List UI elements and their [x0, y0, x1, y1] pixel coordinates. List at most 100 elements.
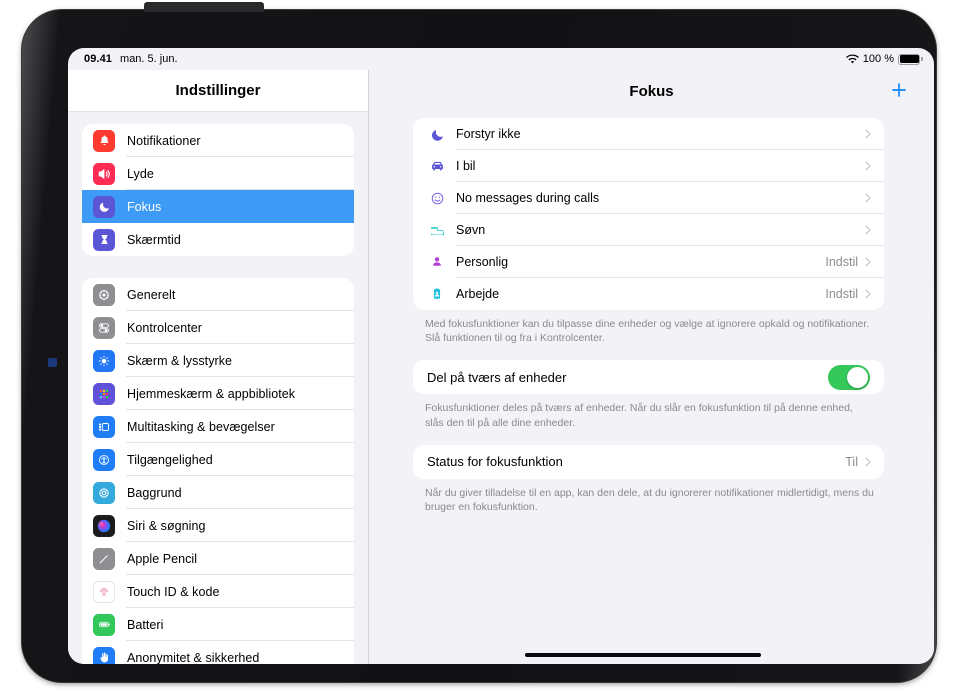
chevron-right-icon — [864, 192, 872, 204]
chevron-right-icon — [864, 456, 872, 468]
sidebar-item-notifikationer[interactable]: Notifikationer — [82, 124, 354, 157]
gear-icon — [93, 284, 115, 306]
focus-row-label: I bil — [456, 159, 475, 173]
focus-row-personlig[interactable]: Personlig Indstil — [413, 246, 884, 278]
sidebar-item-label: Tilgængelighed — [127, 453, 213, 467]
sidebar-item-label: Multitasking & bevægelser — [127, 420, 275, 434]
sidebar-item-skaerm-lysstyrke[interactable]: Skærm & lysstyrke — [82, 344, 354, 377]
wifi-icon — [846, 54, 859, 65]
sidebar-item-label: Skærm & lysstyrke — [127, 354, 232, 368]
sidebar-item-tilgaengelighed[interactable]: Tilgængelighed — [82, 443, 354, 476]
chevron-right-icon — [864, 128, 872, 140]
bell-icon — [93, 130, 115, 152]
chevron-right-icon — [864, 256, 872, 268]
battery-full-icon — [898, 54, 920, 65]
sidebar-group-2: Generelt Kontrolcenter — [82, 278, 354, 664]
focus-row-label: Arbejde — [456, 287, 499, 301]
bed-icon — [427, 220, 447, 240]
sidebar-item-label: Apple Pencil — [127, 552, 197, 566]
sidebar-item-siri-soegning[interactable]: Siri & søgning — [82, 509, 354, 542]
focus-status-row[interactable]: Status for fokusfunktion Til — [413, 445, 884, 479]
focus-row-value: Indstil — [825, 287, 858, 301]
chevron-right-icon — [864, 160, 872, 172]
plus-icon — [889, 80, 909, 103]
share-across-devices-toggle[interactable] — [828, 365, 870, 390]
share-across-devices-row[interactable]: Del på tværs af enheder — [413, 360, 884, 394]
ipad-screen: 09.41 man. 5. jun. 100 % — [68, 48, 934, 664]
battery-percent-label: 100 % — [863, 53, 894, 65]
car-icon — [427, 156, 447, 176]
settings-sidebar: Indstillinger Notifikationer — [68, 70, 369, 664]
sidebar-scroll-area[interactable]: Notifikationer Lyde — [68, 112, 368, 664]
sidebar-item-label: Skærmtid — [127, 233, 181, 247]
chevron-right-icon — [864, 224, 872, 236]
focus-status-card: Status for fokusfunktion Til — [413, 445, 884, 479]
status-bar-left: 09.41 man. 5. jun. — [84, 53, 384, 65]
ipad-device-frame: 09.41 man. 5. jun. 100 % — [22, 10, 936, 682]
device-top-nub — [144, 2, 264, 12]
sidebar-item-apple-pencil[interactable]: Apple Pencil — [82, 542, 354, 575]
focus-row-label: Søvn — [456, 223, 485, 237]
focus-row-forstyr-ikke[interactable]: Forstyr ikke — [413, 118, 884, 150]
sidebar-item-label: Lyde — [127, 167, 154, 181]
share-footnote: Fokusfunktioner deles på tværs af enhede… — [413, 394, 884, 429]
status-bar: 09.41 man. 5. jun. 100 % — [68, 48, 934, 70]
sidebar-item-touch-id-kode[interactable]: Touch ID & kode — [82, 575, 354, 608]
moon-icon — [93, 196, 115, 218]
focus-row-label: Forstyr ikke — [456, 127, 521, 141]
accessibility-icon — [93, 449, 115, 471]
sidebar-item-label: Baggrund — [127, 486, 182, 500]
sidebar-item-batteri[interactable]: Batteri — [82, 608, 354, 641]
device-side-port — [48, 358, 57, 367]
detail-scroll-area[interactable]: Forstyr ikke I bil — [369, 112, 934, 646]
status-date: man. 5. jun. — [120, 53, 177, 65]
wallpaper-icon — [93, 482, 115, 504]
sidebar-item-anonymitet-sikkerhed[interactable]: Anonymitet & sikkerhed — [82, 641, 354, 664]
chevron-right-icon — [864, 288, 872, 300]
sidebar-item-label: Notifikationer — [127, 134, 201, 148]
speaker-wave-icon — [93, 163, 115, 185]
focus-row-i-bil[interactable]: I bil — [413, 150, 884, 182]
sidebar-item-skaermtid[interactable]: Skærmtid — [82, 223, 354, 256]
fingerprint-icon — [93, 581, 115, 603]
sidebar-item-label: Touch ID & kode — [127, 585, 219, 599]
home-indicator-area — [369, 646, 934, 664]
battery-icon — [93, 614, 115, 636]
focus-row-no-messages-during-calls[interactable]: No messages during calls — [413, 182, 884, 214]
moon-icon — [427, 124, 447, 144]
status-footnote: Når du giver tilladelse til en app, kan … — [413, 479, 884, 514]
focus-status-value: Til — [845, 455, 858, 469]
sidebar-item-baggrund[interactable]: Baggrund — [82, 476, 354, 509]
sidebar-header: Indstillinger — [68, 70, 368, 112]
briefcase-badge-icon — [427, 284, 447, 304]
sidebar-item-label: Siri & søgning — [127, 519, 206, 533]
hand-raised-icon — [93, 647, 115, 665]
sidebar-item-fokus[interactable]: Fokus — [82, 190, 354, 223]
sidebar-group-1: Notifikationer Lyde — [82, 124, 354, 256]
focus-row-arbejde[interactable]: Arbejde Indstil — [413, 278, 884, 310]
focus-modes-card: Forstyr ikke I bil — [413, 118, 884, 310]
app-grid-icon — [93, 383, 115, 405]
add-focus-button[interactable] — [886, 78, 912, 104]
home-indicator[interactable] — [525, 653, 761, 657]
pencil-icon — [93, 548, 115, 570]
page-title-fokus: Fokus — [629, 83, 673, 100]
focus-footnote: Med fokusfunktioner kan du tilpasse dine… — [413, 310, 884, 345]
sidebar-item-label: Kontrolcenter — [127, 321, 202, 335]
focus-row-soevn[interactable]: Søvn — [413, 214, 884, 246]
focus-detail-pane: Fokus Forstyr ikke — [369, 70, 934, 664]
siri-icon — [93, 515, 115, 537]
sidebar-item-generelt[interactable]: Generelt — [82, 278, 354, 311]
sidebar-item-label: Hjemmeskærm & appbibliotek — [127, 387, 295, 401]
sidebar-item-label: Anonymitet & sikkerhed — [127, 651, 259, 665]
focus-row-label: Personlig — [456, 255, 508, 269]
sliders-icon — [93, 317, 115, 339]
sidebar-item-hjemmeskaerm[interactable]: Hjemmeskærm & appbibliotek — [82, 377, 354, 410]
sidebar-item-label: Generelt — [127, 288, 175, 302]
status-time: 09.41 — [84, 53, 112, 65]
sidebar-item-lyde[interactable]: Lyde — [82, 157, 354, 190]
sidebar-item-multitasking[interactable]: Multitasking & bevægelser — [82, 410, 354, 443]
sidebar-item-kontrolcenter[interactable]: Kontrolcenter — [82, 311, 354, 344]
detail-header: Fokus — [369, 70, 934, 112]
person-icon — [427, 252, 447, 272]
